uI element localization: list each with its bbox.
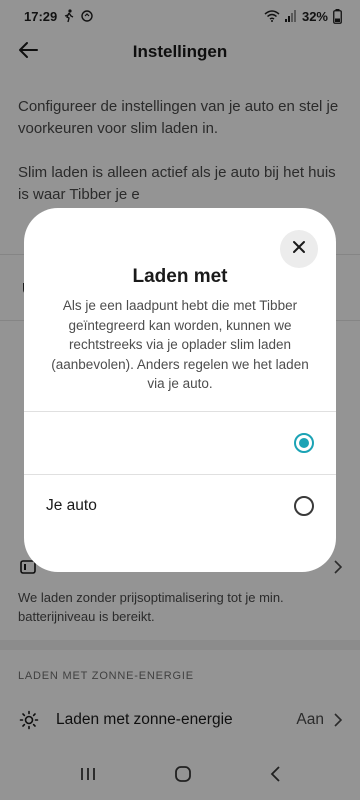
option-car-label: Je auto — [46, 497, 97, 514]
close-button[interactable] — [280, 230, 318, 268]
dialog-body: Als je een laadpunt hebt die met Tibber … — [51, 298, 309, 391]
radio-selected[interactable] — [294, 433, 314, 453]
radio-unselected[interactable] — [294, 496, 314, 516]
option-charger[interactable] — [24, 412, 336, 474]
charging-method-dialog: Laden met Als je een laadpunt hebt die m… — [24, 208, 336, 572]
radio-dot — [299, 438, 309, 448]
dialog-title: Laden met — [132, 266, 228, 287]
close-icon — [292, 240, 306, 259]
option-car[interactable]: Je auto — [24, 475, 336, 537]
